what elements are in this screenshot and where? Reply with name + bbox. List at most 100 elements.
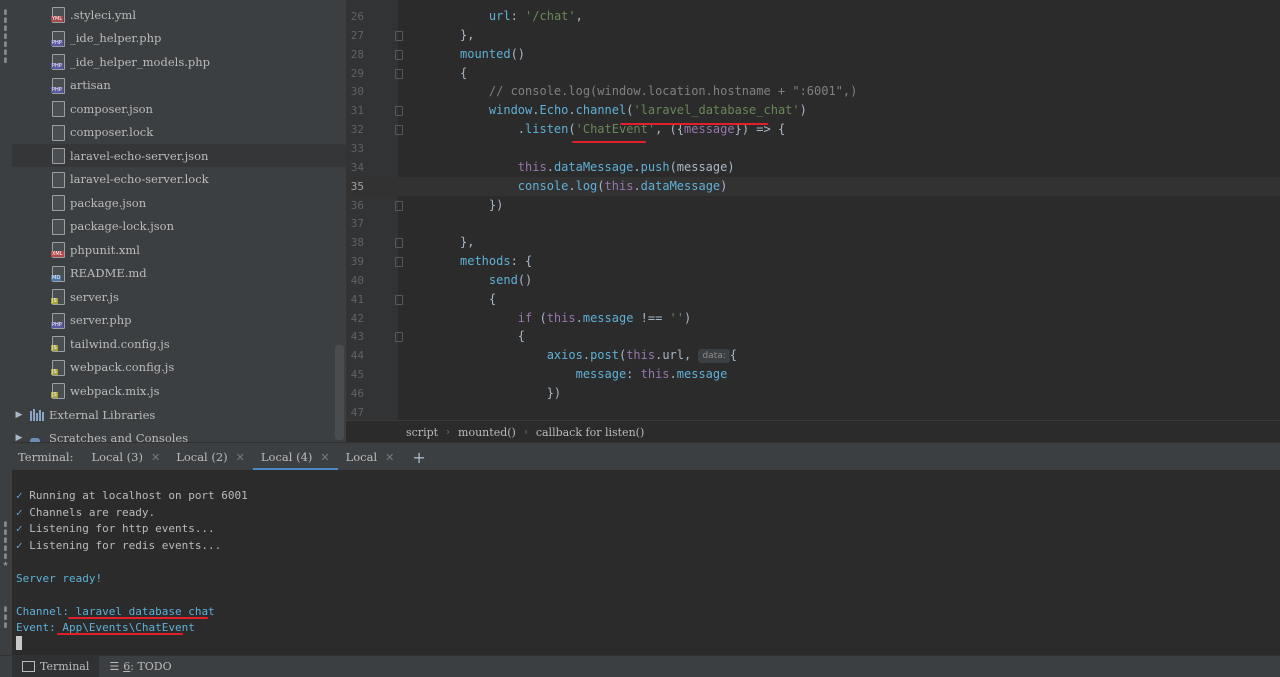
file-name: server.php	[70, 313, 132, 327]
code-text: message: this.message	[575, 367, 728, 382]
close-icon[interactable]: ✕	[151, 451, 160, 464]
code-line[interactable]: 31 window.Echo.channel('laravel_database…	[346, 101, 1280, 120]
code-text: })	[546, 386, 562, 400]
fold-marker-icon[interactable]	[395, 294, 403, 305]
fold-marker-icon[interactable]	[395, 106, 403, 117]
fold-marker-icon[interactable]	[395, 125, 403, 136]
code-line[interactable]: 45 message: this.message	[346, 365, 1280, 384]
code-line[interactable]: 43 {	[346, 327, 1280, 346]
code-text: url: '/chat',	[488, 9, 583, 23]
fold-marker-icon[interactable]	[395, 68, 403, 79]
terminal-tab[interactable]: Local (3) ✕	[83, 443, 168, 471]
code-editor[interactable]: 26 url: '/chat', 27}, 28 mounted() 29{30 // …	[346, 0, 1280, 442]
file-tree-item[interactable]: composer.json	[12, 97, 346, 120]
fold-marker-icon[interactable]	[395, 332, 403, 343]
fold-marker-icon[interactable]	[395, 200, 403, 211]
terminal-title: Terminal:	[18, 450, 74, 464]
code-line[interactable]: 29 {	[346, 64, 1280, 83]
file-tree-item[interactable]: PHP _ide_helper.php	[12, 27, 346, 50]
file-name: artisan	[70, 78, 111, 92]
code-line[interactable]: 33	[346, 139, 1280, 158]
code-line[interactable]: 38},	[346, 233, 1280, 252]
file-name: laravel-echo-server.lock	[70, 172, 209, 186]
external-libraries-item-label: External Libraries	[49, 407, 156, 422]
terminal-tab[interactable]: Local (2) ✕	[168, 443, 253, 471]
expand-arrow-icon[interactable]: ▶	[14, 433, 24, 443]
file-tree-item[interactable]: package.json	[12, 191, 346, 214]
check-icon: ✓	[16, 522, 23, 535]
breadcrumb-item-callback[interactable]: callback for listen()	[536, 426, 644, 439]
line-number: 47	[350, 405, 364, 419]
terminal-tab[interactable]: Local ✕	[338, 443, 403, 471]
line-number: 36	[350, 198, 364, 212]
line-number: 38	[350, 236, 364, 250]
file-tree-item[interactable]: package-lock.json	[12, 215, 346, 238]
code-line[interactable]: 37	[346, 214, 1280, 233]
terminal-tab-active[interactable]: Local (4) ✕	[252, 443, 338, 471]
new-terminal-plus-icon[interactable]: +	[412, 448, 425, 467]
terminal-line: Running at localhost on port 6001	[29, 489, 248, 502]
file-tree-item[interactable]: laravel-echo-server.lock	[12, 168, 346, 191]
code-line[interactable]: 36 })	[346, 196, 1280, 215]
expand-arrow-icon[interactable]: ▶	[14, 410, 24, 420]
code-line[interactable]: 40 send()	[346, 271, 1280, 290]
code-text: },	[460, 27, 475, 42]
breadcrumb-item-script[interactable]: script	[406, 426, 438, 439]
terminal-output[interactable]: ✓ Running at localhost on port 6001 ✓ Ch…	[12, 470, 1280, 656]
file-name: README.md	[70, 266, 147, 280]
file-tree-item[interactable]: composer.lock	[12, 121, 346, 144]
code-line[interactable]: 39 methods: {	[346, 252, 1280, 271]
file-tree-item[interactable]: YML .styleci.yml	[12, 3, 346, 26]
file-tree-item[interactable]: JS server.js	[12, 285, 346, 308]
terminal-tool-button[interactable]: Terminal	[12, 656, 100, 677]
fold-marker-icon[interactable]	[395, 257, 403, 268]
code-line[interactable]: 30 // console.log(window.location.hostna…	[346, 82, 1280, 101]
code-text: axios.post(this.url, data:{	[546, 348, 738, 364]
close-icon[interactable]: ✕	[385, 451, 394, 464]
file-icon	[52, 124, 65, 141]
todo-tool-button[interactable]: ☰ 6: TODO	[99, 656, 181, 677]
file-tree-item[interactable]: JS webpack.mix.js	[12, 379, 346, 402]
file-name: webpack.config.js	[70, 360, 175, 374]
code-line[interactable]: 35 console.log(this.dataMessage)	[346, 176, 1280, 196]
terminal-icon	[22, 661, 35, 672]
file-tree-item[interactable]: PHP artisan	[12, 74, 346, 97]
fold-marker-icon[interactable]	[395, 238, 403, 249]
project-scrollbar[interactable]	[335, 345, 344, 440]
fold-marker-icon[interactable]	[395, 49, 403, 60]
fold-marker-icon[interactable]	[395, 30, 403, 41]
file-tree-item[interactable]: JS tailwind.config.js	[12, 332, 346, 355]
external-libraries-item[interactable]: ▶ External Libraries	[12, 403, 336, 426]
favorites-icon[interactable]: ▮ ▮ ▮ ▮ ▮ ★	[1, 520, 10, 568]
structure-icon[interactable]: ▮ ▮ ▮	[1, 605, 10, 629]
file-tree-item[interactable]: MD README.md	[12, 262, 346, 285]
file-icon	[52, 195, 65, 211]
breadcrumb: script › mounted() › callback for listen…	[346, 420, 1280, 443]
annotation-underline	[620, 123, 768, 125]
close-icon[interactable]: ✕	[236, 451, 245, 464]
code-line[interactable]: 32 .listen('ChatEvent', ({message}) => {	[346, 120, 1280, 139]
breadcrumb-item-mounted[interactable]: mounted()	[458, 426, 516, 439]
code-line[interactable]: 41 {	[346, 290, 1280, 309]
file-tree-item[interactable]: JS webpack.config.js	[12, 356, 346, 379]
file-tree-item[interactable]: laravel-echo-server.json	[12, 144, 346, 167]
terminal-tool-label: Terminal	[40, 660, 90, 673]
code-line[interactable]: 47	[346, 403, 1280, 422]
code-line[interactable]: 27},	[346, 26, 1280, 45]
file-tree-item[interactable]: PHP server.php	[12, 309, 346, 332]
annotation-underline	[572, 141, 646, 143]
close-icon[interactable]: ✕	[320, 451, 329, 464]
code-line[interactable]: 44 axios.post(this.url, data:{	[346, 346, 1280, 365]
file-tree-item[interactable]: PHP _ide_helper_models.php	[12, 50, 346, 73]
code-line[interactable]: 28 mounted()	[346, 45, 1280, 64]
file-tree-item[interactable]: XML phpunit.xml	[12, 238, 346, 261]
code-line[interactable]: 42 if (this.message !== '')	[346, 309, 1280, 328]
file-icon: PHP	[51, 30, 65, 47]
code-text: mounted()	[460, 46, 526, 61]
file-icon: JS	[51, 289, 65, 305]
code-line[interactable]: 46 })	[346, 384, 1280, 403]
tool-window-label-icon[interactable]: ▮ ▮ ▮ ▮ ▮ ▮ ▮	[1, 8, 10, 64]
code-text: {	[517, 329, 526, 344]
code-line[interactable]: 34 this.dataMessage.push(message)	[346, 158, 1280, 177]
code-line[interactable]: 26 url: '/chat',	[346, 7, 1280, 26]
